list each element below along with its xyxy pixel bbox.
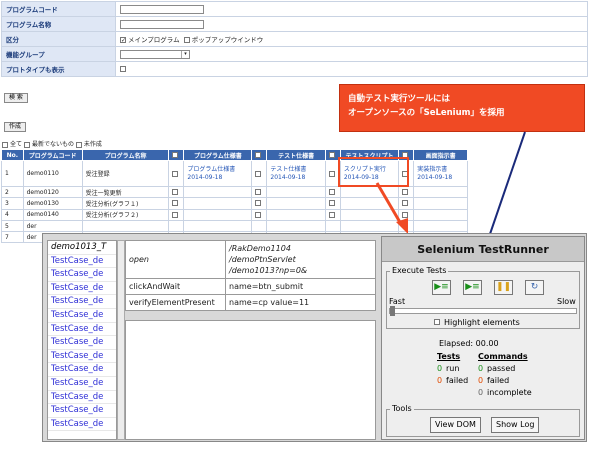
tools-legend: Tools [390, 404, 414, 413]
run-selected-button[interactable]: ▶≡ [463, 280, 482, 295]
command-target: name=cp value=11 [225, 294, 376, 311]
table-row[interactable]: verifyElementPresent name=cp value=11 [125, 294, 376, 311]
run-all-icon: ▶≡ [434, 282, 449, 292]
runner-title: Selenium TestRunner [382, 237, 584, 262]
view-dom-button[interactable]: View DOM [430, 417, 481, 433]
list-item[interactable]: TestCase_de [48, 377, 116, 391]
show-log-button[interactable]: Show Log [491, 417, 540, 433]
list-item[interactable]: TestCase_de [48, 391, 116, 405]
tests-header: Tests [437, 352, 461, 361]
tests-run-count: 0 [437, 364, 443, 373]
list-item[interactable]: TestCase_de [48, 295, 116, 309]
execute-tests-group: Execute Tests ▶≡ ▶≡ ❚❚ ↻ Fast Slow Highl… [386, 266, 580, 329]
speed-slider-handle[interactable] [390, 306, 395, 316]
list-item[interactable]: TestCase_de [48, 282, 116, 296]
pause-button[interactable]: ❚❚ [494, 280, 513, 295]
command-table: open /RakDemo1104 /demoPtnServlet /demo1… [125, 240, 376, 311]
command-target: /RakDemo1104 /demoPtnServlet /demo1013?n… [225, 240, 376, 279]
commands-passed-label: passed [487, 364, 516, 373]
step-button[interactable]: ↻ [525, 280, 544, 295]
command-target: name=btn_submit [225, 278, 376, 295]
tools-group: Tools View DOM Show Log [386, 404, 580, 437]
tests-failed-count: 0 [437, 376, 443, 385]
selenium-window: demo1013_T TestCase_de TestCase_de TestC… [42, 233, 587, 442]
commands-incomplete-label: incomplete [487, 388, 532, 397]
tests-run-label: run [446, 364, 460, 373]
slow-label: Slow [557, 297, 576, 306]
commands-failed-count: 0 [478, 376, 484, 385]
list-item[interactable]: TestCase_de [48, 404, 116, 418]
highlight-label: Highlight elements [444, 318, 520, 327]
speed-slider[interactable] [389, 306, 577, 316]
table-row[interactable]: open /RakDemo1104 /demoPtnServlet /demo1… [125, 240, 376, 279]
commands-passed-count: 0 [478, 364, 484, 373]
run-all-button[interactable]: ▶≡ [432, 280, 451, 295]
test-runner-panel: Selenium TestRunner Execute Tests ▶≡ ▶≡ … [381, 236, 585, 440]
list-item[interactable]: TestCase_de [48, 363, 116, 377]
command-name: verifyElementPresent [125, 294, 226, 311]
pause-icon: ❚❚ [495, 282, 512, 292]
callout-pointer-line [489, 131, 526, 235]
execute-tests-legend: Execute Tests [390, 266, 449, 275]
run-selected-icon: ▶≡ [465, 282, 480, 292]
step-icon: ↻ [530, 282, 539, 292]
suite-title[interactable]: demo1013_T [48, 241, 116, 255]
commands-failed-label: failed [487, 376, 510, 385]
list-item[interactable]: TestCase_de [48, 350, 116, 364]
list-item[interactable]: TestCase_de [48, 418, 116, 432]
list-item[interactable]: TestCase_de [48, 323, 116, 337]
commands-header: Commands [478, 352, 528, 361]
highlight-checkbox[interactable] [434, 319, 440, 325]
command-name: open [125, 240, 226, 279]
test-case-list[interactable]: demo1013_T TestCase_de TestCase_de TestC… [47, 240, 117, 440]
commands-incomplete-count: 0 [478, 388, 484, 397]
list-item[interactable]: TestCase_de [48, 268, 116, 282]
tests-failed-label: failed [446, 376, 469, 385]
list-item[interactable]: TestCase_de [48, 309, 116, 323]
command-table-empty-area [125, 320, 376, 440]
case-list-scrollbar[interactable] [117, 240, 125, 440]
command-name: clickAndWait [125, 278, 226, 295]
elapsed-time: Elapsed: 00.00 [439, 339, 499, 348]
list-item[interactable]: TestCase_de [48, 255, 116, 269]
table-row[interactable]: clickAndWait name=btn_submit [125, 278, 376, 295]
fast-label: Fast [389, 297, 406, 306]
highlight-box [338, 157, 409, 187]
list-item[interactable]: TestCase_de [48, 336, 116, 350]
orange-arrow [375, 182, 403, 225]
